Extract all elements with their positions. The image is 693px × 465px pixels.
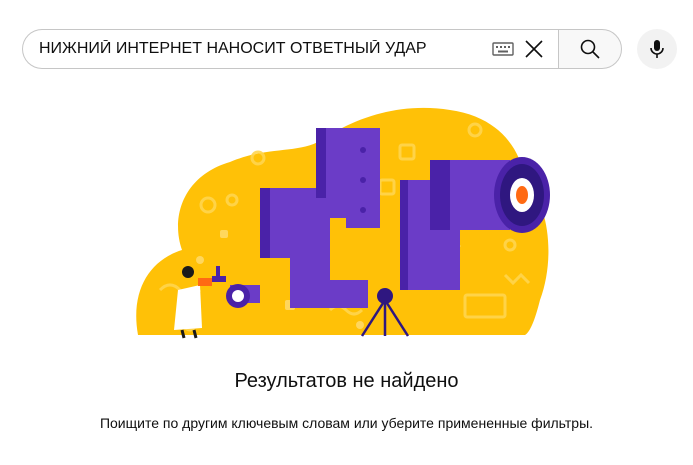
no-results-title: Результатов не найдено [234,370,459,392]
search-button[interactable] [558,29,622,69]
close-icon [525,40,543,58]
voice-search-button[interactable] [637,29,677,69]
clear-search-button[interactable] [522,37,546,61]
search-bar [22,29,622,69]
search-field[interactable] [22,29,558,69]
no-results-illustration [136,107,550,339]
search-icon [580,39,600,59]
microphone-icon [650,40,664,58]
keyboard-icon[interactable] [492,42,514,56]
search-input[interactable] [39,37,492,61]
no-results-hint: Поищите по другим ключевым словам или уб… [99,415,594,431]
